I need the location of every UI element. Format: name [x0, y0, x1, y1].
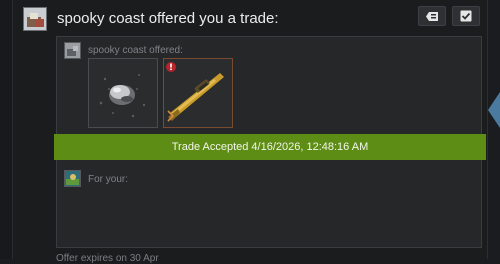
- offerer-avatar-image: [65, 43, 80, 58]
- offered-label: spooky coast offered:: [88, 45, 183, 56]
- user-avatar-image: [65, 171, 80, 186]
- checkmark-icon: [460, 10, 472, 22]
- right-gutter: [487, 0, 500, 259]
- for-you-label: For your:: [88, 174, 129, 185]
- sender-avatar[interactable]: [23, 7, 47, 31]
- user-mini-avatar[interactable]: [64, 170, 81, 187]
- accept-button[interactable]: [452, 6, 480, 26]
- sender-avatar-image: [24, 8, 46, 30]
- golden-rifle-item-icon: [166, 62, 224, 122]
- scroll-arrow-icon[interactable]: [488, 92, 500, 128]
- trade-offer-title: spooky coast offered you a trade:: [57, 10, 279, 27]
- offerer-mini-avatar[interactable]: [64, 42, 81, 59]
- rock-sphere-item-icon: [99, 74, 146, 118]
- left-gutter: [0, 0, 13, 259]
- decline-button[interactable]: [418, 6, 446, 26]
- offered-item-2[interactable]: [163, 58, 233, 128]
- trade-accepted-banner: Trade Accepted 4/16/2026, 12:48:16 AM: [54, 134, 486, 160]
- ignore-tag-icon: [426, 11, 438, 21]
- offered-item-1[interactable]: [88, 58, 158, 128]
